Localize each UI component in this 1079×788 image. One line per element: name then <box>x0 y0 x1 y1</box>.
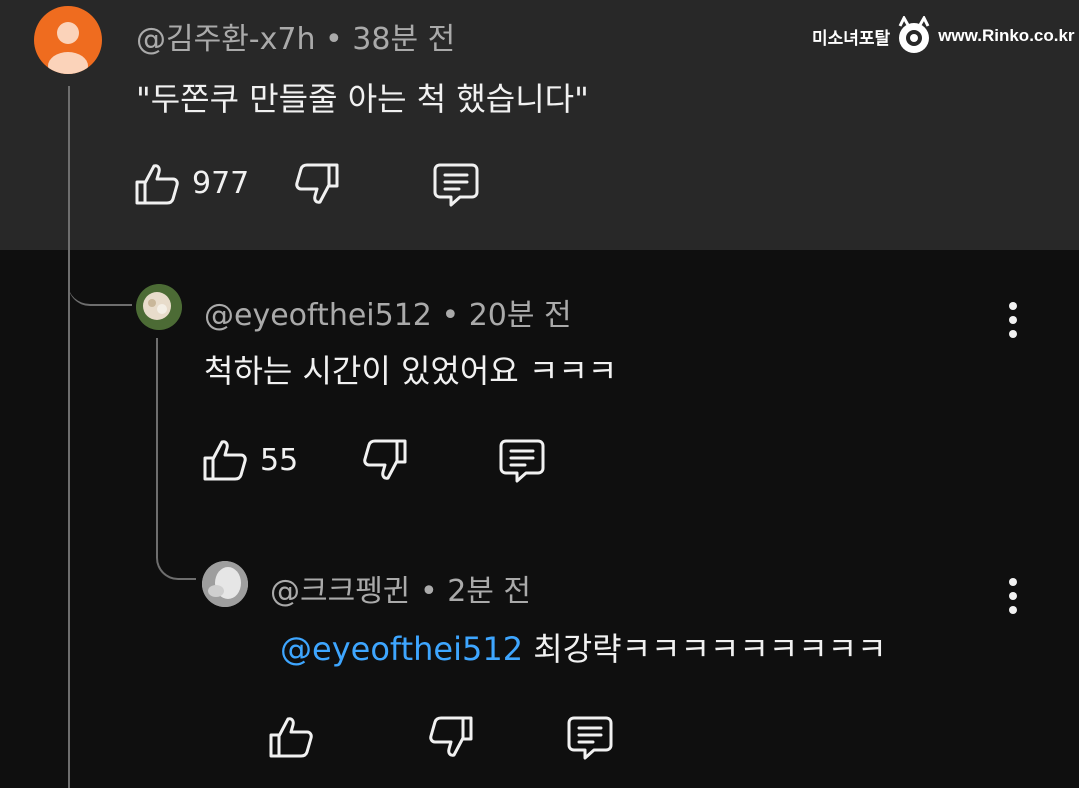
comment-meta: @크크펭귄 • 2분 전 <box>270 566 531 610</box>
avatar[interactable] <box>136 284 182 330</box>
meta-separator: • <box>441 298 460 333</box>
thread-line <box>68 86 70 788</box>
watermark-logo-icon <box>898 16 930 53</box>
timestamp[interactable]: 2분 전 <box>447 574 531 609</box>
profile-photo-icon <box>202 561 248 607</box>
comment-text: @eyeofthei512 최강략ㅋㅋㅋㅋㅋㅋㅋㅋㅋ <box>280 624 887 670</box>
reply-icon[interactable] <box>432 162 480 208</box>
like-count: 977 <box>192 166 250 201</box>
dislike-icon[interactable] <box>294 162 340 206</box>
author-name[interactable]: @크크펭귄 <box>270 574 410 609</box>
dislike-icon[interactable] <box>428 715 474 759</box>
comment-meta: @김주환-x7h • 38분 전 <box>136 14 455 58</box>
like-icon[interactable] <box>268 715 314 759</box>
mention-link[interactable]: @eyeofthei512 <box>280 630 523 668</box>
comment-text: "두쫀쿠 만들줄 아는 척 했습니다" <box>136 80 589 118</box>
dislike-icon[interactable] <box>362 438 408 482</box>
avatar[interactable] <box>34 6 102 74</box>
profile-photo-icon <box>136 284 182 330</box>
watermark-brand: 미소녀포탈 <box>812 28 891 48</box>
like-count: 55 <box>260 443 299 478</box>
more-options-icon[interactable] <box>998 298 1028 342</box>
avatar[interactable] <box>202 561 248 607</box>
timestamp[interactable]: 38분 전 <box>352 22 455 57</box>
thread-connector <box>156 540 196 580</box>
meta-separator: • <box>419 574 438 609</box>
comment-text: 척하는 시간이 있었어요 ㅋㅋㅋ <box>204 352 618 390</box>
meta-separator: • <box>325 22 343 57</box>
comment-text-body: 최강략ㅋㅋㅋㅋㅋㅋㅋㅋㅋ <box>533 630 887 668</box>
thread-line <box>156 338 158 558</box>
watermark: 미소녀포탈 www.Rinko.co.kr <box>812 14 1075 58</box>
author-name[interactable]: @eyeofthei512 <box>204 298 432 333</box>
reply-icon[interactable] <box>498 438 546 484</box>
timestamp[interactable]: 20분 전 <box>469 298 572 333</box>
watermark-site: www.Rinko.co.kr <box>938 26 1075 45</box>
thread-connector <box>68 250 132 306</box>
reply-icon[interactable] <box>566 715 614 761</box>
author-name[interactable]: @김주환-x7h <box>136 22 315 57</box>
like-icon[interactable] <box>134 162 180 206</box>
more-options-icon[interactable] <box>998 574 1028 618</box>
like-icon[interactable] <box>202 438 248 482</box>
comment-meta: @eyeofthei512 • 20분 전 <box>204 290 572 334</box>
default-avatar-icon <box>48 22 88 74</box>
